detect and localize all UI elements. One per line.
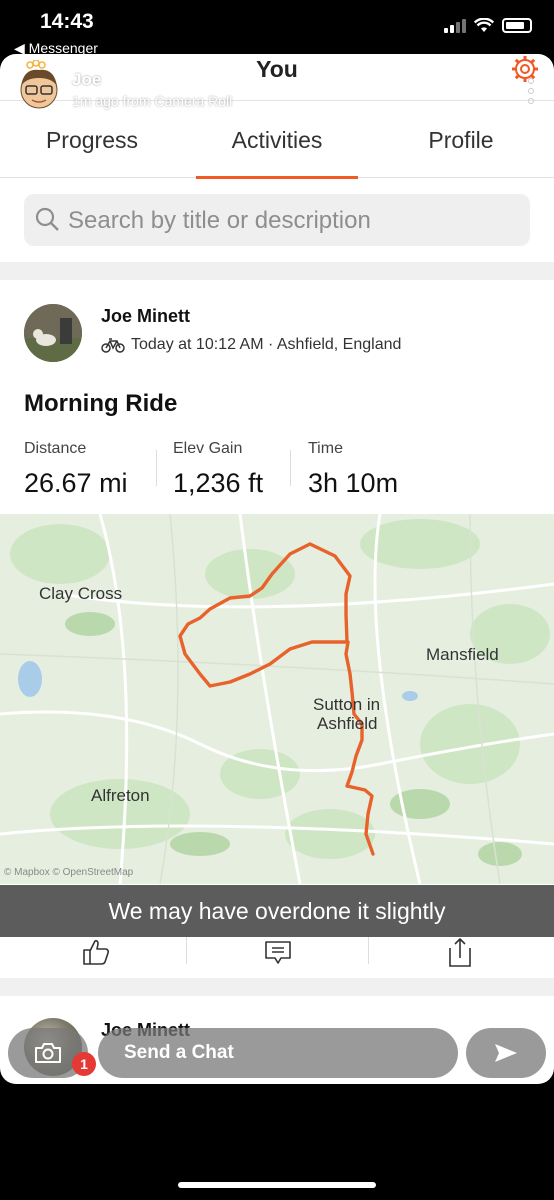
author-avatar[interactable]	[24, 304, 82, 362]
search-section: Search by title or description	[0, 180, 554, 262]
stat-value: 1,236 ft	[173, 468, 264, 498]
camera-icon	[35, 1043, 61, 1063]
stat-label: Elev Gain	[173, 440, 243, 457]
map-label-sutton-1: Sutton in	[313, 695, 381, 714]
more-options-button[interactable]	[528, 78, 534, 104]
author-name[interactable]: Joe Minett	[101, 306, 190, 327]
battery-icon	[502, 18, 532, 33]
stat-value: 3h 10m	[308, 468, 399, 498]
dog-photo	[24, 304, 82, 362]
chat-placeholder: Send a Chat	[124, 1042, 234, 1063]
search-input[interactable]: Search by title or description	[24, 194, 530, 246]
map-label-alfreton: Alfreton	[91, 786, 150, 805]
stat-label: Distance	[24, 440, 87, 457]
tab-activities[interactable]: Activities	[185, 101, 369, 179]
activity-meta-text: Today at 10:12 AM · Ashfield, England	[131, 336, 402, 353]
snap-caption: We may have overdone it slightly	[0, 885, 554, 937]
divider	[0, 978, 554, 996]
bitmoji-icon	[20, 59, 58, 109]
home-indicator	[178, 1182, 376, 1188]
active-tab-indicator	[196, 176, 358, 179]
activity-meta: Today at 10:12 AM · Ashfield, England	[101, 336, 401, 354]
tab-bar: Progress Activities Profile	[0, 100, 554, 178]
status-time: 14:43	[40, 10, 94, 33]
activity-title[interactable]: Morning Ride	[24, 390, 177, 418]
send-chat-input[interactable]: Send a Chat	[98, 1028, 458, 1078]
stat-time: Time 3h 10m	[308, 440, 398, 499]
stat-distance: Distance 26.67 mi	[24, 440, 128, 499]
wifi-icon	[474, 18, 494, 32]
stat-divider	[290, 450, 291, 486]
send-button[interactable]	[466, 1028, 546, 1078]
gear-icon	[512, 56, 538, 82]
map-background	[0, 514, 554, 884]
divider	[0, 262, 554, 280]
status-icons	[444, 18, 532, 33]
search-placeholder: Search by title or description	[68, 207, 371, 234]
search-icon	[35, 207, 59, 231]
thumbs-up-icon	[83, 940, 110, 965]
snap-timestamp: 1m ago from Camera Roll	[72, 93, 233, 109]
status-bar: 14:43 ◀ Messenger	[0, 0, 554, 56]
stat-label: Time	[308, 440, 343, 457]
tab-profile[interactable]: Profile	[369, 101, 553, 179]
more-dot-icon	[528, 78, 534, 84]
snap-sender-name[interactable]: Joe	[72, 70, 101, 90]
snap-reply-bar: 1 Send a Chat	[0, 1024, 554, 1084]
signal-icon	[444, 18, 466, 33]
stat-divider	[156, 450, 157, 486]
map-label-sutton-2: Ashfield	[317, 714, 378, 733]
send-arrow-icon	[495, 1044, 517, 1062]
more-dot-icon	[528, 88, 534, 94]
bike-icon	[101, 338, 125, 353]
route-map[interactable]: Clay Cross Mansfield Sutton in Ashfield …	[0, 514, 554, 884]
bitmoji-avatar[interactable]	[14, 59, 64, 114]
more-dot-icon	[528, 98, 534, 104]
stat-elev-gain: Elev Gain 1,236 ft	[173, 440, 263, 499]
settings-button[interactable]	[510, 54, 540, 89]
share-icon	[449, 938, 471, 967]
map-attribution: © Mapbox © OpenStreetMap	[4, 867, 134, 878]
map-label-clay-cross: Clay Cross	[39, 584, 123, 603]
comment-icon	[265, 941, 291, 964]
map-label-mansfield: Mansfield	[426, 645, 499, 664]
stat-value: 26.67 mi	[24, 468, 128, 498]
notification-badge: 1	[72, 1052, 96, 1076]
